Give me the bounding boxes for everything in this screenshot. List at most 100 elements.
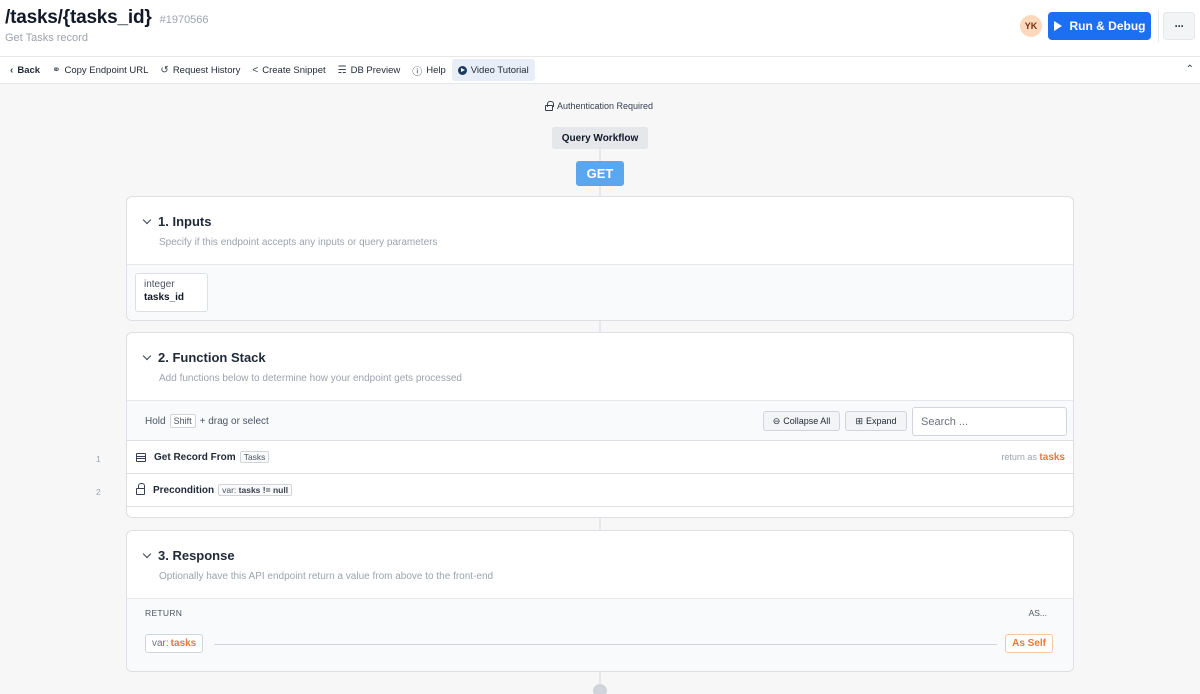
function-search-input[interactable] xyxy=(912,407,1067,436)
db-preview-button[interactable]: ☴ DB Preview xyxy=(332,59,407,81)
collapse-all-label: Collapse All xyxy=(783,416,831,426)
function-stack-title-text: 2. Function Stack xyxy=(158,350,266,365)
function-label: Get Record From Tasks xyxy=(136,451,270,463)
collapse-all-button[interactable]: ⊖ Collapse All xyxy=(763,411,840,431)
back-button[interactable]: ‹ Back xyxy=(4,59,46,81)
inputs-title: 1. Inputs xyxy=(142,214,212,229)
minus-circle-icon: ⊖ xyxy=(772,415,781,426)
back-label: Back xyxy=(17,64,41,76)
plus-square-icon: ⊞ xyxy=(855,415,863,426)
db-preview-label: DB Preview xyxy=(350,64,401,76)
more-options-button[interactable]: ··· xyxy=(1163,12,1195,40)
condition-var-prefix: var: xyxy=(222,485,237,495)
auth-label: Authentication Required xyxy=(557,101,654,111)
inputs-title-text: 1. Inputs xyxy=(158,214,212,229)
table-icon xyxy=(136,452,146,462)
var-name: tasks xyxy=(170,638,197,649)
return-variable-chip[interactable]: var: tasks xyxy=(145,634,204,653)
share-icon: < xyxy=(252,64,259,76)
link-icon: ⚭ xyxy=(52,64,61,76)
var-prefix: var: xyxy=(152,638,169,649)
function-stack-title: 2. Function Stack xyxy=(142,350,266,365)
function-stack-toolbar: Hold Shift + drag or select ⊖ Collapse A… xyxy=(127,401,1073,441)
function-row[interactable]: Precondition var: tasks != null xyxy=(127,474,1073,507)
response-description: Optionally have this API endpoint return… xyxy=(159,571,494,582)
expand-button[interactable]: ⊞ Expand xyxy=(845,411,907,431)
flow-connector xyxy=(599,321,601,332)
run-debug-button[interactable]: Run & Debug xyxy=(1048,12,1151,40)
input-item[interactable]: integer tasks_id xyxy=(135,273,208,312)
shift-key: Shift xyxy=(169,414,196,428)
response-title-text: 3. Response xyxy=(158,548,235,563)
function-stack-description: Add functions below to determine how you… xyxy=(159,373,462,384)
lock-icon xyxy=(545,100,554,111)
avatar[interactable]: YK xyxy=(1020,15,1042,37)
hold-prefix: Hold xyxy=(145,415,166,427)
flow-connector xyxy=(599,186,601,196)
condition-value: null xyxy=(272,485,289,495)
create-snippet-label: Create Snippet xyxy=(262,64,326,76)
create-snippet-button[interactable]: < Create Snippet xyxy=(246,59,331,81)
return-column-label: RETURN xyxy=(145,608,183,618)
header-divider xyxy=(1158,10,1159,42)
condition-operator: != xyxy=(262,485,271,495)
condition-tag: var: tasks != null xyxy=(218,484,293,496)
function-label: Precondition var: tasks != null xyxy=(136,483,293,496)
http-method-badge[interactable]: GET xyxy=(576,161,624,186)
lock-icon xyxy=(136,483,145,495)
copy-url-label: Copy Endpoint URL xyxy=(64,64,149,76)
video-tutorial-button[interactable]: Video Tutorial xyxy=(451,59,535,81)
hold-suffix: + drag or select xyxy=(199,415,269,427)
database-icon: ☴ xyxy=(337,64,347,76)
video-tutorial-label: Video Tutorial xyxy=(470,64,529,76)
flow-end-dot xyxy=(593,684,607,694)
return-as-prefix: return as xyxy=(1001,452,1037,462)
chevron-down-icon[interactable] xyxy=(142,351,152,360)
table-tag: Tasks xyxy=(239,451,270,463)
line-number: 1 xyxy=(96,454,101,464)
response-connector-line xyxy=(214,644,997,645)
inputs-body: integer tasks_id xyxy=(127,265,1073,320)
response-section: 3. Response Optionally have this API end… xyxy=(126,530,1074,672)
chevron-down-icon[interactable] xyxy=(142,549,152,558)
input-name: tasks_id xyxy=(144,292,185,303)
help-button[interactable]: ⓘ Help xyxy=(406,59,452,81)
history-icon: ↺ xyxy=(160,64,169,76)
as-self-chip[interactable]: As Self xyxy=(1005,634,1053,653)
auth-indicator: Authentication Required xyxy=(545,100,654,111)
hold-shift-hint: Hold Shift + drag or select xyxy=(145,414,269,428)
function-name: Get Record From xyxy=(154,451,236,463)
response-header[interactable]: 3. Response Optionally have this API end… xyxy=(127,531,1073,599)
inputs-header[interactable]: 1. Inputs Specify if this endpoint accep… xyxy=(127,197,1073,265)
function-stack-header[interactable]: 2. Function Stack Add functions below to… xyxy=(127,333,1073,401)
play-circle-icon xyxy=(457,65,467,75)
query-workflow-label: Query Workflow xyxy=(552,127,648,149)
input-type: integer xyxy=(144,279,175,290)
line-number: 2 xyxy=(96,487,101,497)
chevron-down-icon[interactable] xyxy=(142,215,152,224)
request-history-button[interactable]: ↺ Request History xyxy=(154,59,246,81)
endpoint-header: /tasks/{tasks_id} #1970566 Get Tasks rec… xyxy=(0,0,1200,57)
function-stack-section: 2. Function Stack Add functions below to… xyxy=(126,332,1074,518)
function-name: Precondition xyxy=(153,484,215,496)
record-id: #1970566 xyxy=(159,14,209,26)
condition-var: tasks xyxy=(238,485,261,495)
endpoint-toolbar: ‹ Back ⚭ Copy Endpoint URL ↺ Request His… xyxy=(0,57,1200,84)
copy-endpoint-url-button[interactable]: ⚭ Copy Endpoint URL xyxy=(46,59,154,81)
function-row[interactable]: Get Record From Tasks return as tasks xyxy=(127,441,1073,474)
run-debug-label: Run & Debug xyxy=(1069,19,1146,33)
expand-label: Expand xyxy=(866,416,897,426)
endpoint-title: /tasks/{tasks_id} xyxy=(5,7,152,28)
flow-connector xyxy=(599,518,601,530)
request-history-label: Request History xyxy=(172,64,241,76)
flow-connector xyxy=(599,149,601,161)
response-body: RETURN AS... var: tasks As Self xyxy=(127,599,1073,671)
chevron-up-icon[interactable]: ⌃ xyxy=(1186,64,1194,75)
return-var[interactable]: tasks xyxy=(1039,452,1065,463)
info-icon: ⓘ xyxy=(412,66,423,78)
endpoint-subtitle: Get Tasks record xyxy=(5,32,88,44)
play-icon xyxy=(1053,21,1062,31)
help-label: Help xyxy=(426,64,446,76)
as-column-label: AS... xyxy=(1028,608,1047,618)
chevron-left-icon: ‹ xyxy=(10,64,14,76)
